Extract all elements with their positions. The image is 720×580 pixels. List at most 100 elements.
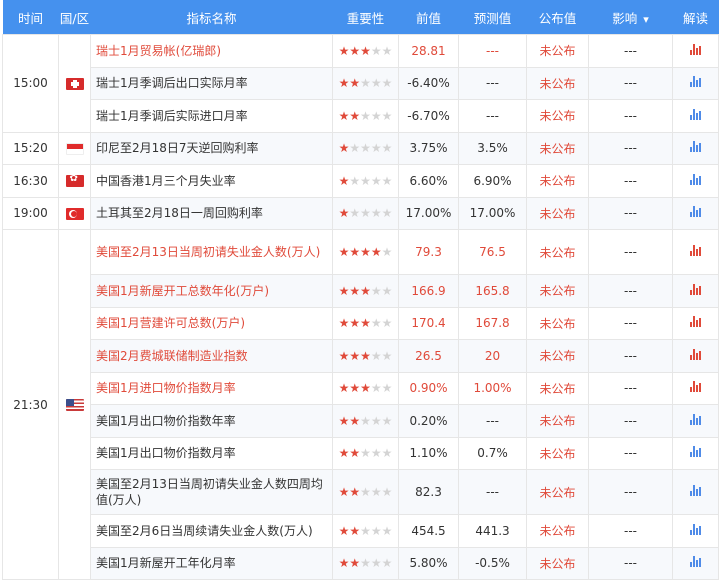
bar-chart-icon[interactable]	[689, 348, 702, 360]
country-cell	[58, 229, 91, 580]
bar-chart-icon[interactable]	[689, 446, 702, 458]
forecast-value: ---	[458, 404, 527, 438]
indicator-name[interactable]: 美国至2月6日当周续请失业金人数(万人)	[90, 514, 333, 548]
star-filled-icon: ★	[338, 141, 350, 156]
indicator-name[interactable]: 瑞士1月季调后出口实际月率	[90, 66, 333, 100]
effect-value: ---	[588, 34, 673, 68]
table-row: 美国至2月13日当周初请失业金人数四周均值(万人) ★★★★★ 82.3 --- 未公布…	[3, 469, 719, 515]
indicator-name[interactable]: 美国1月出口物价指数年率	[90, 404, 333, 438]
star-filled-icon: ★	[338, 348, 350, 363]
header-interpret: 解读	[672, 0, 719, 35]
importance-stars: ★★★★★	[332, 164, 399, 198]
star-filled-icon: ★	[338, 446, 350, 461]
star-filled-icon: ★	[349, 446, 361, 461]
star-rating: ★★★★★	[339, 316, 393, 330]
star-filled-icon: ★	[349, 523, 361, 538]
interpret-cell[interactable]	[672, 546, 719, 580]
indicator-name[interactable]: 瑞士1月贸易帐(亿瑞郎)	[90, 34, 333, 68]
interpret-cell[interactable]	[672, 514, 719, 548]
bar-chart-icon[interactable]	[689, 141, 702, 153]
interpret-cell[interactable]	[672, 229, 719, 275]
indicator-name[interactable]: 中国香港1月三个月失业率	[90, 164, 333, 198]
interpret-cell[interactable]	[672, 164, 719, 198]
interpret-cell[interactable]	[672, 306, 719, 340]
time-cell: 15:20	[2, 131, 59, 165]
previous-value: 79.3	[398, 229, 459, 275]
bar-chart-icon[interactable]	[689, 206, 702, 218]
bar-chart-icon[interactable]	[689, 108, 702, 120]
effect-value: ---	[588, 514, 673, 548]
interpret-cell[interactable]	[672, 34, 719, 68]
bar-chart-icon[interactable]	[689, 316, 702, 328]
indicator-name[interactable]: 土耳其至2月18日一周回购利率	[90, 196, 333, 230]
interpret-cell[interactable]	[672, 274, 719, 308]
actual-value: 未公布	[526, 371, 589, 405]
star-filled-icon: ★	[360, 316, 371, 331]
star-empty-icon: ★	[370, 43, 382, 58]
star-empty-icon: ★	[381, 446, 393, 461]
interpret-cell[interactable]	[672, 196, 719, 230]
bar-chart-icon[interactable]	[689, 43, 702, 55]
table-row: 美国2月费城联储制造业指数 ★★★★★ 26.5 20 未公布 ---	[3, 339, 719, 373]
bar-chart-icon[interactable]	[689, 245, 702, 256]
bar-chart-icon[interactable]	[689, 523, 702, 535]
indicator-name[interactable]: 美国1月新屋开工年化月率	[90, 546, 333, 580]
previous-value: 28.81	[398, 34, 459, 68]
interpret-cell[interactable]	[672, 371, 719, 405]
importance-stars: ★★★★★	[332, 371, 399, 405]
star-filled-icon: ★	[338, 523, 350, 538]
forecast-value: ---	[458, 34, 527, 68]
indicator-name[interactable]: 美国1月新屋开工总数年化(万户)	[90, 274, 333, 308]
bar-chart-icon[interactable]	[689, 283, 702, 295]
star-empty-icon: ★	[370, 485, 382, 499]
star-empty-icon: ★	[370, 413, 382, 428]
indicator-name[interactable]: 美国1月进口物价指数月率	[90, 371, 333, 405]
bar-chart-icon[interactable]	[689, 485, 702, 496]
header-effect-dropdown[interactable]: 影响 ▾	[588, 0, 673, 35]
forecast-value: ---	[458, 99, 527, 133]
interpret-cell[interactable]	[672, 131, 719, 165]
star-empty-icon: ★	[370, 348, 382, 363]
bar-chart-icon[interactable]	[689, 76, 702, 88]
indicator-name[interactable]: 印尼至2月18日7天逆回购利率	[90, 131, 333, 165]
bar-chart-icon[interactable]	[689, 556, 702, 568]
star-empty-icon: ★	[360, 413, 371, 428]
star-empty-icon: ★	[381, 283, 393, 298]
star-empty-icon: ★	[381, 76, 393, 91]
table-row: 19:00 土耳其至2月18日一周回购利率 ★★★★★ 17.00% 17.00% 未公布…	[2, 196, 719, 230]
interpret-cell[interactable]	[672, 404, 719, 438]
header-previous: 前值	[398, 0, 459, 35]
table-row: 美国1月进口物价指数月率 ★★★★★ 0.90% 1.00% 未公布 ---	[3, 371, 719, 405]
bar-chart-icon[interactable]	[689, 173, 702, 185]
indicator-name[interactable]: 美国2月费城联储制造业指数	[90, 339, 333, 373]
indicator-name[interactable]: 美国至2月13日当周初请失业金人数(万人)	[90, 229, 333, 275]
indicator-name[interactable]: 美国1月出口物价指数月率	[90, 436, 333, 470]
star-rating: ★★★★★	[339, 245, 393, 259]
star-rating: ★★★★★	[339, 446, 393, 460]
time-cell: 19:00	[2, 196, 59, 230]
country-cell	[58, 196, 91, 230]
interpret-cell[interactable]	[672, 99, 719, 133]
actual-value: 未公布	[526, 436, 589, 470]
effect-value: ---	[588, 131, 673, 165]
indicator-name[interactable]: 瑞士1月季调后实际进口月率	[90, 99, 333, 133]
indicator-name[interactable]: 美国1月营建许可总数(万户)	[90, 306, 333, 340]
bar-chart-icon[interactable]	[689, 413, 702, 425]
interpret-cell[interactable]	[672, 436, 719, 470]
interpret-cell[interactable]	[672, 339, 719, 373]
time-cell: 15:00	[2, 34, 59, 133]
interpret-cell[interactable]	[672, 469, 719, 515]
star-empty-icon: ★	[370, 556, 382, 571]
star-rating: ★★★★★	[339, 524, 393, 538]
previous-value: 170.4	[398, 306, 459, 340]
forecast-value: 17.00%	[458, 196, 527, 230]
usa-flag-icon	[65, 399, 84, 411]
importance-stars: ★★★★★	[332, 99, 399, 133]
forecast-value: 441.3	[458, 514, 527, 548]
actual-value: 未公布	[526, 99, 589, 133]
interpret-cell[interactable]	[672, 66, 719, 100]
effect-value: ---	[588, 66, 673, 100]
effect-value: ---	[588, 404, 673, 438]
bar-chart-icon[interactable]	[689, 381, 702, 393]
indicator-name[interactable]: 美国至2月13日当周初请失业金人数四周均值(万人)	[90, 469, 333, 515]
